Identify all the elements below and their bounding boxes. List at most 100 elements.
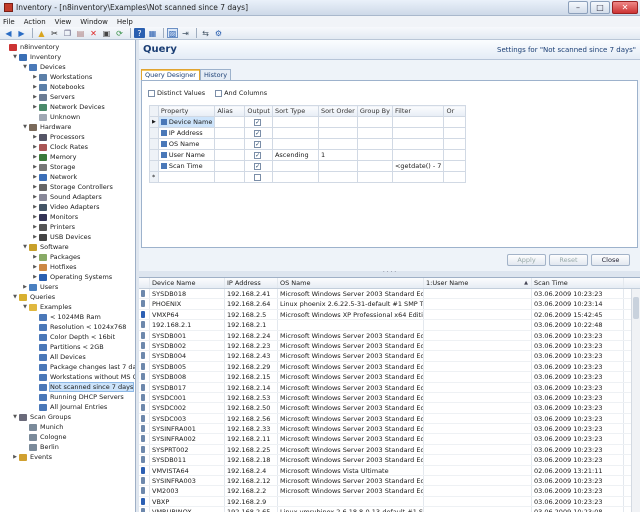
tree-node[interactable]: ▶ Storage [32,162,75,172]
grid-header-or[interactable]: Or [443,105,467,117]
table-row[interactable]: SYSDC003 192.168.2.56 Microsoft Windows Se… [139,413,640,425]
output-checkbox[interactable]: ✓ [254,140,262,148]
tab-query-designer[interactable]: Query Designer [141,69,200,80]
tree-node[interactable]: Resolution < 1024x768 [32,322,126,332]
expand-toggle-icon[interactable]: ▶ [32,264,38,270]
table-row[interactable]: SYSINFRA003 192.168.2.12 Microsoft Windows… [139,476,640,487]
table-row[interactable]: SYSDB018 192.168.2.41 Microsoft Windows Se… [139,289,640,300]
group-by-cell[interactable] [356,127,393,139]
grid-header-filter[interactable]: Filter [391,105,445,117]
folder-up-icon[interactable]: ▲ [36,28,47,38]
paste-icon[interactable]: ▤ [75,28,86,38]
tree-node[interactable]: ▶ Operating Systems [32,272,112,282]
new-row-cell[interactable] [244,171,273,183]
table-row[interactable]: SYSDB005 192.168.2.29 Microsoft Windows Se… [139,361,640,373]
output-checkbox-cell[interactable]: ✓ [244,138,273,150]
scan-icon[interactable]: ⇆ [200,28,211,38]
tree-node[interactable]: ▼ Queries [12,292,55,302]
table-row[interactable]: VM2003 192.168.2.2 Microsoft Windows Serve… [139,486,640,497]
or-cell[interactable] [443,116,467,128]
table-row[interactable]: PHOENIX 192.168.2.64 Linux phoenix 2.6.22.… [139,299,640,310]
distinct-values-option[interactable]: Distinct Values [148,89,205,97]
close-button[interactable]: Close [591,254,630,266]
help-icon[interactable]: ? [134,28,145,38]
maximize-button[interactable]: □ [590,1,610,14]
tree-node[interactable]: ▼ Devices [22,62,66,72]
alias-cell[interactable] [214,149,246,161]
tree-node[interactable]: Unknown [32,112,80,122]
expand-toggle-icon[interactable]: ▼ [22,64,28,70]
filter-cell[interactable] [391,127,445,139]
tree-node[interactable]: Partitions < 2GB [32,342,104,352]
output-checkbox-cell[interactable]: ✓ [244,160,273,172]
row-selector[interactable] [149,149,159,161]
tab-history[interactable]: History [199,69,232,80]
or-cell[interactable] [443,160,467,172]
expand-toggle-icon[interactable]: ▶ [32,234,38,240]
query-grid-row[interactable]: ▶ Device Name ✓ [149,116,467,128]
expand-toggle-icon[interactable]: ▶ [32,184,38,190]
query-grid-row[interactable]: IP Address ✓ [149,127,467,139]
expand-toggle-icon[interactable]: ▶ [12,454,18,460]
properties-icon[interactable]: ▣ [101,28,112,38]
tree-node[interactable]: Cologne [22,432,67,442]
cut-icon[interactable]: ✂ [49,28,60,38]
expand-toggle-icon[interactable]: ▼ [22,124,28,130]
tree-node[interactable]: ▼ Scan Groups [12,412,71,422]
alias-cell[interactable] [214,127,246,139]
tree-node[interactable]: ▶ Processors [32,132,85,142]
new-row-cell[interactable] [391,171,445,183]
query-grid-row[interactable]: Scan Time ✓ <getdate() - 7 [149,160,467,172]
info-icon[interactable]: ▦ [147,28,158,38]
col-user-name[interactable]: 1:User Name ▲ [424,278,532,288]
tree-node[interactable]: Package changes last 7 days [32,362,135,372]
sort-type-cell[interactable] [271,116,319,128]
expand-toggle-icon[interactable]: ▶ [32,174,38,180]
expand-toggle-icon[interactable]: ▶ [32,154,38,160]
grid-header-sort-order[interactable]: Sort Order [317,105,358,117]
or-cell[interactable] [443,149,467,161]
tree-node[interactable]: ▼ Examples [22,302,72,312]
property-cell[interactable]: IP Address [157,127,216,139]
sort-type-cell[interactable] [271,160,319,172]
tree-node[interactable]: ▶ Packages [32,252,80,262]
tree-node[interactable]: ▼ Hardware [22,122,71,132]
forward-icon[interactable]: ▶ [16,28,27,38]
or-cell[interactable] [443,127,467,139]
grid-header-property[interactable]: Property [157,105,216,117]
output-checkbox[interactable]: ✓ [254,151,262,159]
menu-view[interactable]: View [55,18,72,26]
table-row[interactable]: VMVISTA64 192.168.2.4 Microsoft Windows Vi… [139,465,640,477]
expand-toggle-icon[interactable]: ▶ [22,284,28,290]
table-row[interactable]: SYSINFRA002 192.168.2.11 Microsoft Windows… [139,434,640,445]
copy-icon[interactable]: ❐ [62,28,73,38]
new-row-cell[interactable] [271,171,319,183]
expand-toggle-icon[interactable]: ▼ [22,244,28,250]
tree-node[interactable]: ▼ Inventory [12,52,61,62]
output-checkbox-cell[interactable]: ✓ [244,149,273,161]
alias-cell[interactable] [214,160,246,172]
output-checkbox-cell[interactable]: ✓ [244,127,273,139]
tree-node[interactable]: ▶ Monitors [32,212,78,222]
tree-node[interactable]: ▶ Sound Adapters [32,192,102,202]
property-cell[interactable]: Scan Time [157,160,216,172]
expand-toggle-icon[interactable]: ▼ [22,304,28,310]
expand-toggle-icon[interactable]: ▶ [32,274,38,280]
distinct-values-checkbox[interactable] [148,89,155,97]
and-columns-option[interactable]: And Columns [215,89,267,97]
tree-node[interactable]: ▶ Video Adapters [32,202,99,212]
row-selector[interactable] [149,160,159,172]
tree-node[interactable]: n8inventory [2,42,59,52]
back-icon[interactable]: ◀ [3,28,14,38]
sort-type-cell[interactable]: Ascending [271,149,319,161]
tree-node[interactable]: ▶ Hotfixes [32,262,76,272]
menu-file[interactable]: File [3,18,15,26]
sort-order-cell[interactable]: 1 [317,149,358,161]
table-row[interactable]: SYSDC002 192.168.2.50 Microsoft Windows Se… [139,403,640,414]
menu-window[interactable]: Window [80,18,108,26]
table-row[interactable]: VMXP64 192.168.2.5 Microsoft Windows XP Pr… [139,309,640,321]
menu-help[interactable]: Help [117,18,133,26]
grid-header-alias[interactable]: Alias [214,105,246,117]
output-checkbox[interactable]: ✓ [254,118,262,126]
menu-action[interactable]: Action [24,18,46,26]
